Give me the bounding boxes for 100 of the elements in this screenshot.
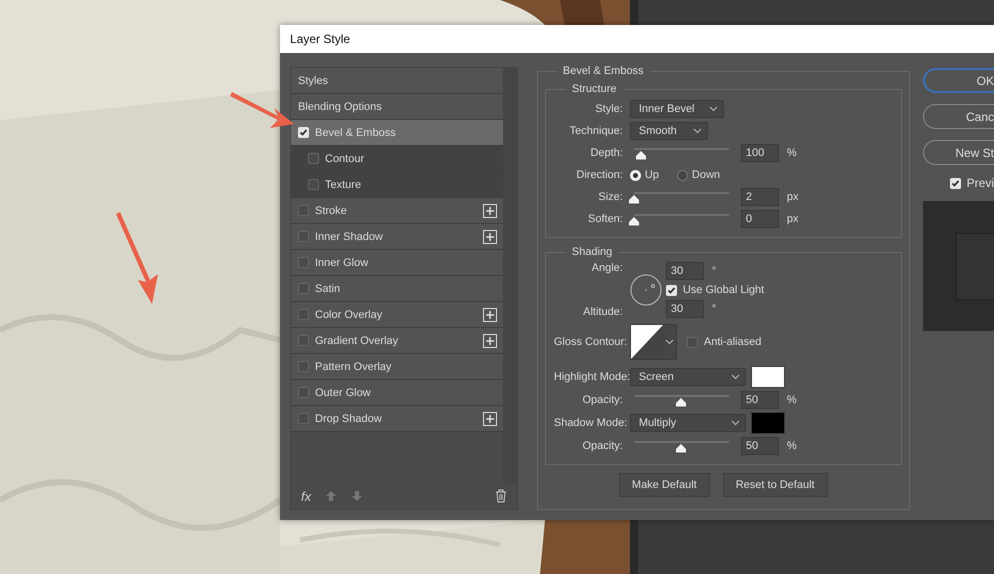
item-label: Gradient Overlay	[315, 334, 400, 346]
list-item[interactable]: Contour	[291, 146, 503, 172]
fx-button[interactable]: fx	[301, 488, 312, 504]
group-title: Bevel & Emboss	[562, 65, 645, 77]
checkbox[interactable]	[298, 231, 309, 242]
number-field[interactable]: 30	[666, 300, 704, 318]
checkbox[interactable]	[298, 413, 309, 424]
field-label: Soften:	[587, 213, 624, 225]
list-item[interactable]: Outer Glow	[291, 380, 503, 406]
checkbox[interactable]	[298, 309, 309, 320]
dialog-button[interactable]: Reset to Default	[722, 473, 828, 497]
group-title: Structure	[570, 83, 618, 95]
radio-button[interactable]	[676, 170, 688, 180]
dropdown[interactable]: Inner Bevel	[630, 100, 724, 118]
checkbox[interactable]	[686, 336, 698, 348]
item-label: Bevel & Emboss	[315, 126, 397, 138]
unit-label: %	[786, 147, 797, 159]
field-label: Depth:	[589, 147, 624, 159]
field-label: Style:	[594, 103, 624, 115]
list-item[interactable]: Bevel & Emboss	[291, 120, 503, 146]
field-label: Angle:	[590, 262, 624, 274]
dialog-button[interactable]: Make Default	[618, 473, 710, 497]
radio-label: Up	[644, 169, 659, 181]
color-swatch[interactable]	[750, 412, 785, 434]
field-label: Shadow Mode:	[554, 417, 628, 429]
number-field[interactable]: 0	[740, 210, 779, 228]
list-item[interactable]: Satin	[291, 276, 503, 302]
item-label: Inner Shadow	[315, 230, 384, 242]
item-label: Color Overlay	[315, 308, 384, 320]
list-item[interactable]: Blending Options	[291, 94, 503, 120]
slider-thumb[interactable]	[628, 194, 640, 204]
unit-label: °	[712, 303, 716, 315]
window-title: Layer Style	[290, 32, 350, 46]
dialog-button[interactable]: OK	[922, 68, 994, 93]
list-item[interactable]: Styles	[291, 68, 503, 94]
number-field[interactable]: 50	[740, 437, 779, 455]
caret-icon	[708, 106, 718, 112]
checkbox[interactable]	[298, 335, 309, 346]
caret-icon	[730, 374, 740, 380]
checkbox[interactable]	[298, 361, 309, 372]
checkbox-label: Anti-aliased	[704, 336, 762, 348]
add-icon[interactable]	[482, 204, 497, 218]
dropdown[interactable]: Smooth	[630, 122, 708, 140]
dialog-button[interactable]: New St	[922, 140, 994, 165]
number-field[interactable]: 30	[666, 262, 704, 280]
checkbox-label: Use Global Light	[682, 284, 764, 296]
caret-icon	[692, 128, 702, 134]
angle-dial[interactable]	[630, 274, 662, 306]
item-label: Texture	[325, 178, 362, 190]
list-item[interactable]: Texture	[291, 172, 503, 198]
item-label: Inner Glow	[315, 256, 370, 268]
slider-thumb[interactable]	[635, 150, 648, 160]
list-item[interactable]: Pattern Overlay	[291, 354, 503, 380]
unit-label: °	[712, 265, 716, 277]
add-icon[interactable]	[482, 412, 497, 426]
add-icon[interactable]	[482, 230, 497, 244]
unit-label: %	[786, 394, 797, 406]
field-label: Opacity:	[582, 440, 624, 452]
dropdown[interactable]: Multiply	[630, 414, 746, 432]
checkbox[interactable]	[308, 179, 319, 190]
contour-picker[interactable]	[630, 324, 677, 360]
list-item[interactable]: Gradient Overlay	[291, 328, 503, 354]
dialog-button[interactable]: Canc	[922, 104, 994, 129]
item-label: Outer Glow	[315, 386, 372, 398]
list-item[interactable]: Inner Shadow	[291, 224, 503, 250]
checkbox[interactable]	[298, 205, 309, 216]
field-label: Altitude:	[582, 306, 624, 318]
number-field[interactable]: 50	[740, 391, 779, 409]
number-field[interactable]: 100	[740, 144, 779, 162]
list-item[interactable]: Stroke	[291, 198, 503, 224]
trash-icon[interactable]	[494, 489, 507, 503]
dropdown[interactable]: Screen	[630, 368, 746, 386]
checkbox[interactable]	[308, 153, 319, 164]
number-field[interactable]: 2	[740, 188, 779, 206]
checkbox-label: Previ	[966, 176, 994, 190]
color-swatch[interactable]	[750, 366, 785, 388]
field-label: Technique:	[568, 125, 624, 137]
checkbox[interactable]	[298, 387, 309, 398]
scrollbar[interactable]	[502, 68, 517, 483]
caret-icon	[664, 339, 674, 345]
list-item[interactable]: Inner Glow	[291, 250, 503, 276]
contour-curve-icon	[630, 325, 663, 359]
checkbox[interactable]	[298, 283, 309, 294]
item-label: Pattern Overlay	[315, 360, 392, 372]
field-label: Gloss Contour:	[554, 336, 628, 348]
add-icon[interactable]	[482, 308, 497, 322]
list-item[interactable]: Color Overlay	[291, 302, 503, 328]
unit-label: px	[786, 213, 798, 225]
item-label: Drop Shadow	[315, 412, 383, 424]
list-item[interactable]: Drop Shadow	[291, 406, 503, 432]
slider-thumb[interactable]	[628, 216, 640, 226]
field-label: Direction:	[575, 169, 624, 181]
checkbox[interactable]	[298, 257, 309, 268]
item-label: Contour	[325, 152, 366, 164]
item-label: Stroke	[315, 204, 348, 216]
slider-thumb[interactable]	[675, 443, 688, 453]
add-icon[interactable]	[482, 334, 497, 348]
field-label: Size:	[597, 191, 624, 203]
slider-thumb[interactable]	[675, 397, 688, 407]
field-label: Highlight Mode:	[554, 371, 630, 383]
